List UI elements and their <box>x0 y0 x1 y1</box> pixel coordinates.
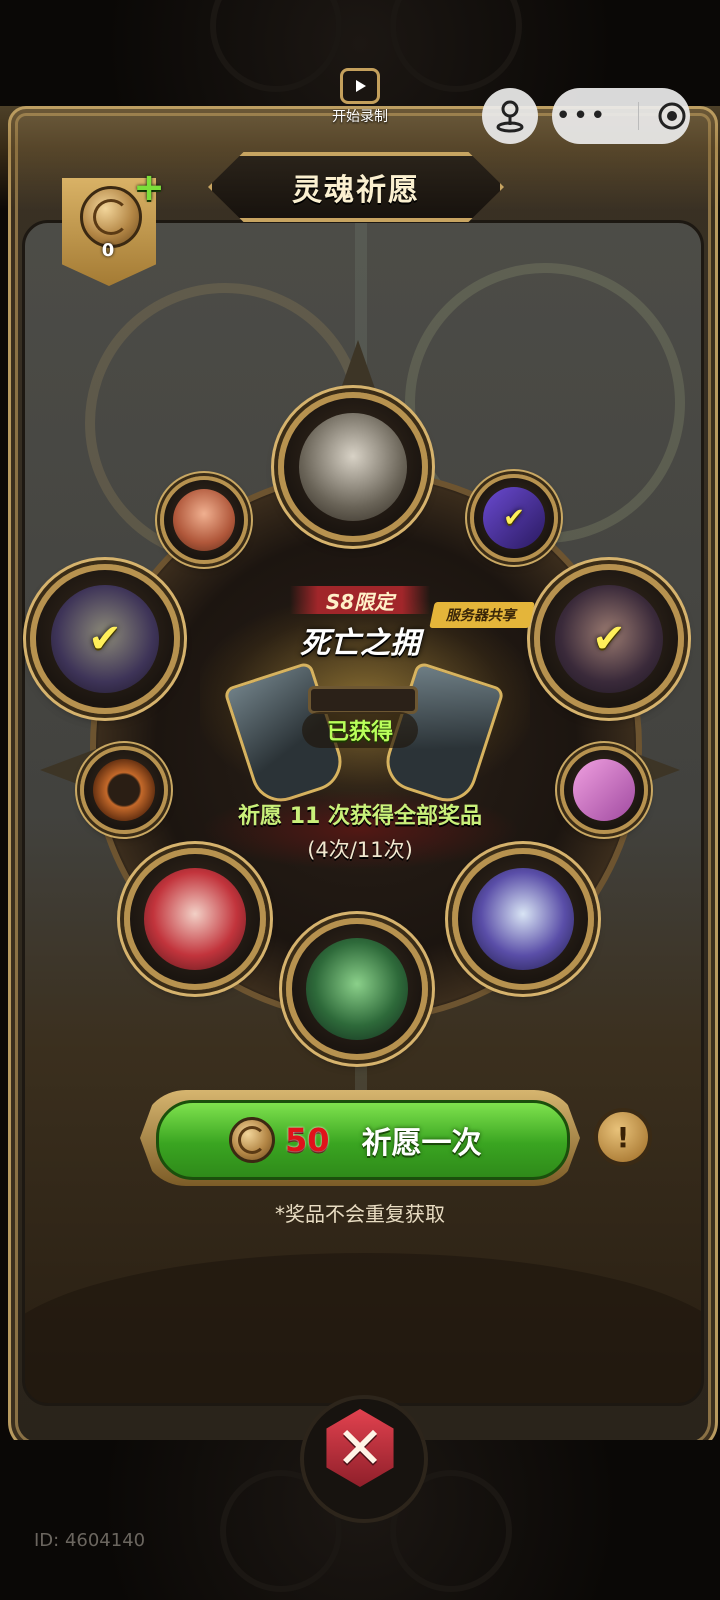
hero-portrait <box>144 868 246 970</box>
obtained-check-icon: ✔ <box>88 616 122 662</box>
season-limited-tag: S8限定 <box>290 586 430 614</box>
close-miniapp-icon[interactable] <box>657 101 687 131</box>
wish-cost: 50 <box>285 1121 330 1159</box>
record-label: 开始录制 <box>332 109 388 125</box>
obtained-badge: 已获得 <box>302 712 418 748</box>
reward-node-top-left[interactable] <box>160 476 248 564</box>
soul-coin-icon <box>229 1117 275 1163</box>
gauntlet-clasp <box>308 686 418 714</box>
joystick-icon <box>496 100 524 133</box>
wish-info-text: 祈愿 11 次获得全部奖品 <box>238 804 482 829</box>
page-title: 灵魂祈愿 <box>292 173 420 208</box>
ornament-swirl <box>390 0 522 92</box>
hero-portrait <box>306 938 408 1040</box>
reward-node-mid-right[interactable] <box>560 746 648 834</box>
wish-button-label: 祈愿一次 <box>361 1126 482 1161</box>
capsule-divider <box>637 102 639 130</box>
reward-node-bottom[interactable] <box>286 918 428 1060</box>
hero-portrait <box>299 413 407 521</box>
reward-node-top-right[interactable]: ✔ <box>470 474 558 562</box>
reward-node-right[interactable]: ✔ <box>534 564 684 714</box>
item-icon <box>172 488 236 552</box>
floor-arc <box>25 1253 701 1403</box>
reward-node-top[interactable] <box>278 392 428 542</box>
obtained-check-icon: ✔ <box>503 503 525 533</box>
currency-amount: 0 <box>101 240 115 261</box>
record-button[interactable]: 开始录制 <box>320 68 400 132</box>
close-button[interactable]: ✕ <box>314 1402 406 1494</box>
title-plate: 灵魂祈愿 <box>208 152 504 222</box>
obtained-check-icon: ✔ <box>592 616 626 662</box>
item-icon <box>572 758 636 822</box>
item-icon <box>92 758 156 822</box>
wish-once-button[interactable]: 50 祈愿一次 <box>156 1100 570 1180</box>
close-icon: ✕ <box>326 1409 394 1487</box>
add-currency-button[interactable]: + <box>132 165 166 209</box>
more-icon[interactable]: ••• <box>555 101 607 131</box>
info-button[interactable]: ! <box>594 1108 652 1166</box>
game-account-button[interactable] <box>482 88 538 144</box>
hero-portrait <box>472 868 574 970</box>
wish-progress-text: (4次/11次) <box>307 838 413 862</box>
reward-node-left[interactable]: ✔ <box>30 564 180 714</box>
no-duplicate-note: *奖品不会重复获取 <box>275 1202 445 1226</box>
server-shared-tag: 服务器共享 <box>429 602 535 628</box>
user-id: ID: 4604140 <box>34 1530 146 1551</box>
miniapp-capsule: ••• <box>552 88 690 144</box>
reward-node-mid-left[interactable] <box>80 746 168 834</box>
record-icon <box>340 68 380 104</box>
